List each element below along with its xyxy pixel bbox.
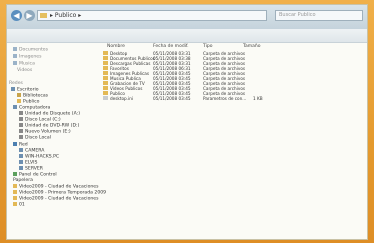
sidebar-item-videos[interactable]: Videos (17, 68, 32, 74)
control-panel-icon (13, 172, 17, 176)
sidebar-item-video-3[interactable]: Video2009 - Ciudad de Vacaciones (13, 196, 99, 202)
computer-icon (19, 166, 23, 170)
column-size[interactable]: Tamaño (243, 44, 261, 49)
folder-icon (13, 190, 17, 194)
folder-icon (103, 86, 108, 90)
images-icon (13, 54, 17, 58)
dvd-icon (19, 123, 23, 127)
network-icon (13, 142, 17, 146)
command-bar (7, 29, 367, 43)
navigation-pane: Documentos Imagenes Musica Videos Redes … (7, 43, 106, 239)
column-type[interactable]: Tipo (203, 44, 212, 49)
documents-icon (13, 47, 17, 51)
computer-icon (19, 154, 23, 158)
library-icon (17, 93, 21, 97)
folder-icon (103, 66, 108, 70)
computer-icon (13, 105, 17, 109)
address-bar[interactable]: ▸ Publico ▸ (37, 10, 267, 21)
sidebar-item-disco-local[interactable]: Disco Local (19, 135, 51, 141)
folder-icon (103, 56, 108, 60)
orange-photo-frame: ◀ ▶ ▸ Publico ▸ Buscar Publico Documento… (0, 0, 374, 243)
file-icon (103, 96, 108, 100)
table-row[interactable]: desktop.ini 05/11/2008 03:45 Parametros de… (103, 96, 367, 101)
sidebar-item-documentos[interactable]: Documentos (13, 47, 48, 53)
column-name[interactable]: Nombre (107, 44, 125, 49)
folder-icon (103, 51, 108, 55)
folder-icon (103, 76, 108, 80)
drive-icon (19, 129, 23, 133)
folder-icon (103, 71, 108, 75)
folder-icon (103, 81, 108, 85)
file-list: Nombre Fecha de modif. Tipo Tamaño Deskt… (103, 43, 367, 239)
drive-icon (19, 117, 23, 121)
sidebar-item-01[interactable]: 01 (13, 202, 25, 208)
music-icon (13, 61, 17, 65)
folder-icon (17, 99, 21, 103)
folder-icon (103, 91, 108, 95)
computer-icon (19, 160, 23, 164)
folder-icon (13, 202, 17, 206)
back-button[interactable]: ◀ (11, 10, 22, 21)
search-input[interactable]: Buscar Publico (275, 10, 363, 21)
drive-icon (19, 111, 23, 115)
computer-icon (19, 148, 23, 152)
drive-icon (19, 135, 23, 139)
folder-icon (13, 196, 17, 200)
column-headers: Nombre Fecha de modif. Tipo Tamaño (103, 43, 367, 50)
explorer-window: ◀ ▶ ▸ Publico ▸ Buscar Publico Documento… (6, 4, 368, 240)
sidebar-item-musica[interactable]: Musica (13, 61, 35, 67)
folder-icon (40, 13, 47, 18)
desktop-icon (11, 87, 15, 91)
forward-button[interactable]: ▶ (24, 10, 35, 21)
address-path: ▸ Publico ▸ (50, 12, 82, 19)
sidebar-item-imagenes[interactable]: Imagenes (13, 54, 42, 60)
title-bar: ◀ ▶ ▸ Publico ▸ Buscar Publico (7, 5, 367, 29)
folder-icon (13, 184, 17, 188)
folder-icon (103, 61, 108, 65)
column-date[interactable]: Fecha de modif. (153, 44, 189, 49)
